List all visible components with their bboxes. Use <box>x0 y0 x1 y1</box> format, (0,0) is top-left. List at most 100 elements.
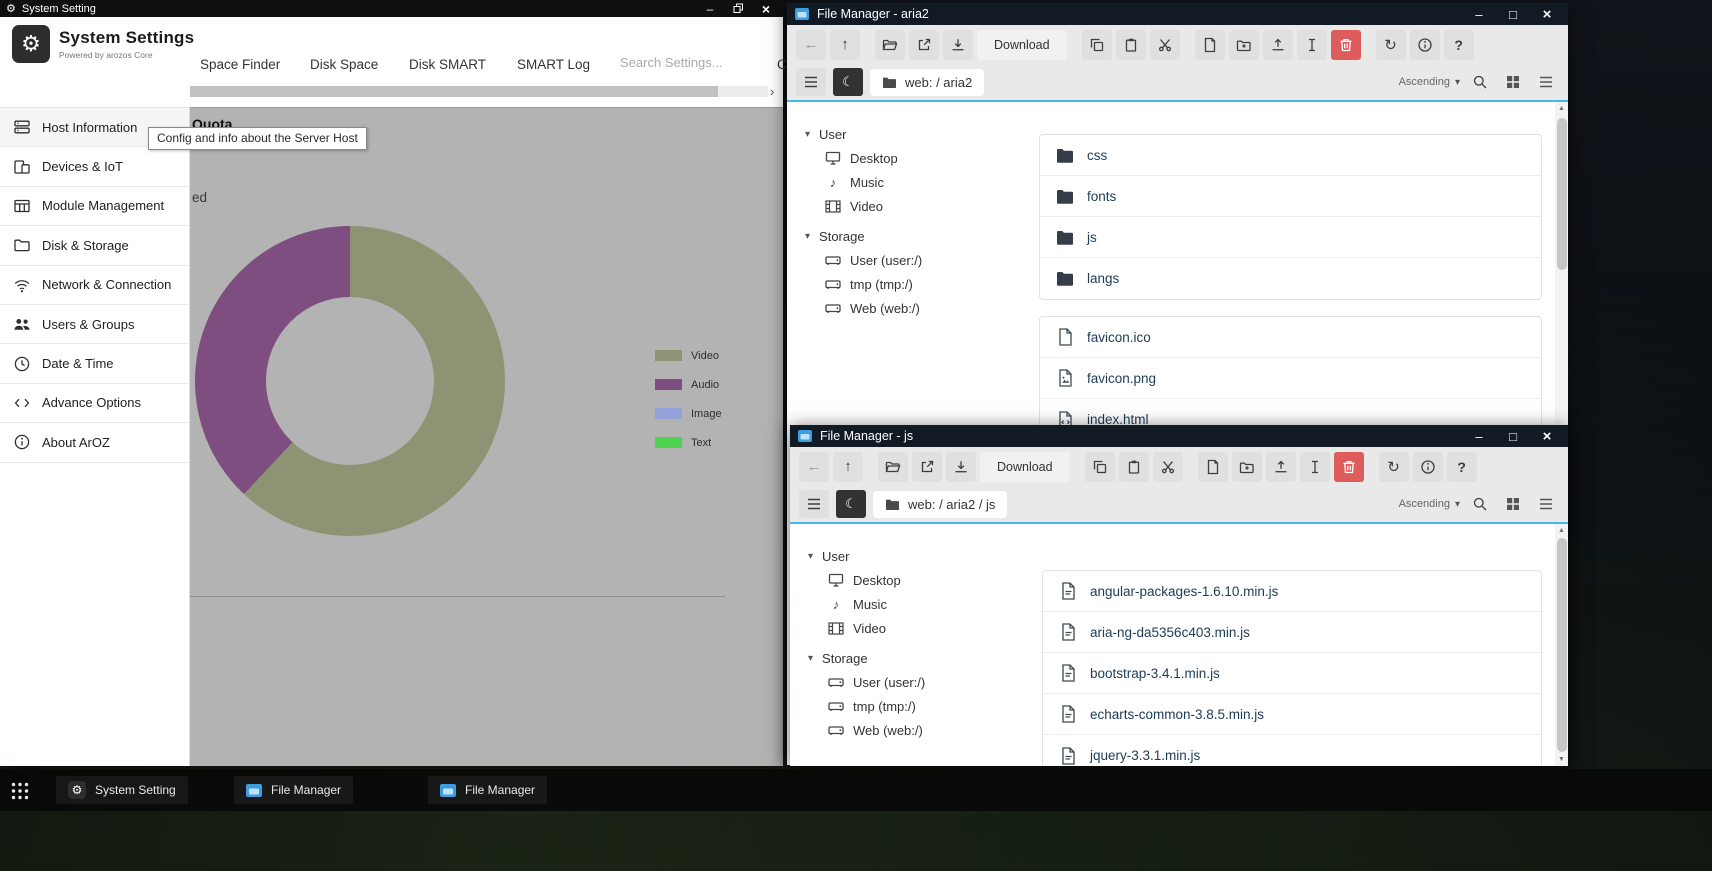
grid-view-button[interactable] <box>1500 69 1526 95</box>
sidebar-item-date-time[interactable]: Date & Time <box>0 344 189 383</box>
tree-item-user-drive[interactable]: User (user:/) <box>805 248 1029 272</box>
tree-item-video[interactable]: Video <box>805 194 1029 218</box>
file-row[interactable]: css <box>1040 135 1541 176</box>
cut-button[interactable] <box>1150 30 1180 60</box>
tab-space-finder[interactable]: Space Finder <box>200 57 280 72</box>
open-folder-button[interactable] <box>878 452 908 482</box>
help-button[interactable]: ? <box>1444 30 1474 60</box>
tree-item-web-drive[interactable]: Web (web:/) <box>808 718 1032 742</box>
tree-item-user-drive[interactable]: User (user:/) <box>808 670 1032 694</box>
new-folder-button[interactable] <box>1232 452 1262 482</box>
file-row[interactable]: favicon.png <box>1040 358 1541 399</box>
close-button[interactable]: × <box>1534 3 1560 25</box>
upload-button[interactable] <box>1263 30 1293 60</box>
download-icon-button[interactable] <box>946 452 976 482</box>
dark-mode-button[interactable]: ☾ <box>833 68 863 96</box>
sidebar-item-devices-iot[interactable]: Devices & IoT <box>0 147 189 186</box>
tree-section-user[interactable]: ▾User <box>808 544 1032 568</box>
cut-button[interactable] <box>1153 452 1183 482</box>
new-folder-button[interactable] <box>1229 30 1259 60</box>
close-button[interactable]: × <box>1534 425 1560 447</box>
copy-button[interactable] <box>1085 452 1115 482</box>
scroll-up-arrow[interactable]: ▲ <box>1555 524 1568 537</box>
open-external-button[interactable] <box>909 30 939 60</box>
refresh-button[interactable]: ↻ <box>1376 30 1406 60</box>
sidebar-item-network-connection[interactable]: Network & Connection <box>0 266 189 305</box>
vertical-scrollbar[interactable]: ▲ ▼ <box>1555 524 1568 766</box>
open-external-button[interactable] <box>912 452 942 482</box>
rename-button[interactable] <box>1300 452 1330 482</box>
tabs-scrollbar-thumb[interactable] <box>190 86 718 97</box>
file-row[interactable]: jquery-3.3.1.min.js <box>1043 735 1541 766</box>
grid-view-button[interactable] <box>1500 491 1526 517</box>
new-file-button[interactable] <box>1195 30 1225 60</box>
maximize-button[interactable]: □ <box>1500 425 1526 447</box>
scrollbar-thumb[interactable] <box>1557 538 1567 752</box>
open-folder-button[interactable] <box>875 30 905 60</box>
sidebar-item-users-groups[interactable]: Users & Groups <box>0 305 189 344</box>
list-view-button[interactable] <box>1533 69 1559 95</box>
download-icon-button[interactable] <box>943 30 973 60</box>
back-button[interactable]: ← <box>799 452 829 482</box>
up-button[interactable]: ↑ <box>830 30 860 60</box>
file-row[interactable]: angular-packages-1.6.10.min.js <box>1043 571 1541 612</box>
tab-partial[interactable]: C <box>777 57 787 72</box>
sort-order-dropdown[interactable]: Ascending▾ <box>1399 498 1460 510</box>
tree-item-desktop[interactable]: Desktop <box>805 146 1029 170</box>
taskbar-item-file-manager-1[interactable]: File Manager <box>234 776 353 804</box>
dark-mode-button[interactable]: ☾ <box>836 490 866 518</box>
tree-item-video[interactable]: Video <box>808 616 1032 640</box>
list-view-button[interactable] <box>1533 491 1559 517</box>
tabs-scroll-right-arrow[interactable]: › <box>770 84 774 99</box>
search-button[interactable] <box>1467 491 1493 517</box>
sidebar-item-advance-options[interactable]: Advance Options <box>0 384 189 423</box>
tab-smart-log[interactable]: SMART Log <box>517 57 590 72</box>
rename-button[interactable] <box>1297 30 1327 60</box>
scroll-up-arrow[interactable]: ▲ <box>1555 102 1568 115</box>
scrollbar-thumb[interactable] <box>1557 118 1567 270</box>
tree-item-music[interactable]: ♪Music <box>808 592 1032 616</box>
file-row[interactable]: fonts <box>1040 176 1541 217</box>
delete-button[interactable] <box>1334 452 1364 482</box>
tree-item-tmp-drive[interactable]: tmp (tmp:/) <box>808 694 1032 718</box>
minimize-button[interactable]: – <box>1466 425 1492 447</box>
refresh-button[interactable]: ↻ <box>1379 452 1409 482</box>
help-button[interactable]: ? <box>1447 452 1477 482</box>
sort-order-dropdown[interactable]: Ascending▾ <box>1399 76 1460 88</box>
sidebar-item-about-aroz[interactable]: About ArOZ <box>0 423 189 462</box>
file-row[interactable]: bootstrap-3.4.1.min.js <box>1043 653 1541 694</box>
taskbar-item-file-manager-2[interactable]: File Manager <box>428 776 547 804</box>
upload-button[interactable] <box>1266 452 1296 482</box>
taskbar-item-system-setting[interactable]: ⚙ System Setting <box>56 776 188 804</box>
sidebar-item-module-management[interactable]: Module Management <box>0 187 189 226</box>
tab-disk-space[interactable]: Disk Space <box>310 57 378 72</box>
file-row[interactable]: js <box>1040 217 1541 258</box>
close-button[interactable]: × <box>755 0 777 17</box>
back-button[interactable]: ← <box>796 30 826 60</box>
tree-item-music[interactable]: ♪Music <box>805 170 1029 194</box>
scroll-down-arrow[interactable]: ▼ <box>1555 753 1568 766</box>
tree-item-desktop[interactable]: Desktop <box>808 568 1032 592</box>
file-row[interactable]: echarts-common-3.8.5.min.js <box>1043 694 1541 735</box>
info-button[interactable] <box>1410 30 1440 60</box>
tree-section-storage[interactable]: ▾Storage <box>805 224 1029 248</box>
file-row[interactable]: favicon.ico <box>1040 317 1541 358</box>
tree-section-storage[interactable]: ▾Storage <box>808 646 1032 670</box>
file-row[interactable]: aria-ng-da5356c403.min.js <box>1043 612 1541 653</box>
tree-section-user[interactable]: ▾User <box>805 122 1029 146</box>
sidebar-item-disk-storage[interactable]: Disk & Storage <box>0 226 189 265</box>
maximize-button[interactable]: □ <box>1500 3 1526 25</box>
paste-button[interactable] <box>1116 30 1146 60</box>
copy-button[interactable] <box>1082 30 1112 60</box>
delete-button[interactable] <box>1331 30 1361 60</box>
tabs-scrollbar[interactable] <box>190 86 768 97</box>
search-button[interactable] <box>1467 69 1493 95</box>
tree-item-tmp-drive[interactable]: tmp (tmp:/) <box>805 272 1029 296</box>
tree-item-web-drive[interactable]: Web (web:/) <box>805 296 1029 320</box>
settings-search-input[interactable] <box>620 55 750 70</box>
download-button[interactable]: Download <box>980 452 1070 482</box>
up-button[interactable]: ↑ <box>833 452 863 482</box>
file-row[interactable]: langs <box>1040 258 1541 299</box>
info-button[interactable] <box>1413 452 1443 482</box>
menu-button[interactable] <box>799 490 829 518</box>
